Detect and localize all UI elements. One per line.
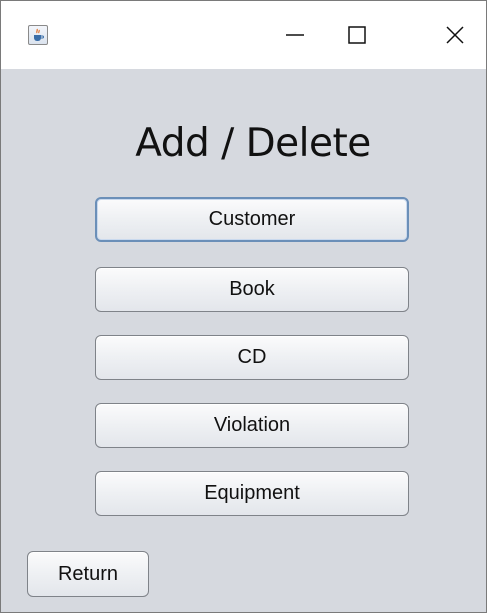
customer-button[interactable]: Customer [95, 197, 409, 242]
java-coffee-cup-icon[interactable] [28, 25, 48, 45]
cd-button[interactable]: CD [95, 335, 409, 380]
maximize-button[interactable] [326, 1, 388, 69]
close-button[interactable] [424, 1, 486, 69]
return-button[interactable]: Return [27, 551, 149, 597]
minimize-icon [286, 34, 304, 36]
maximize-icon [348, 26, 366, 44]
page-title: Add / Delete [135, 121, 371, 166]
close-icon [446, 26, 464, 44]
book-button[interactable]: Book [95, 267, 409, 312]
content-panel: Add / Delete Customer Book CD Violation … [1, 69, 486, 612]
violation-button[interactable]: Violation [95, 403, 409, 448]
equipment-button[interactable]: Equipment [95, 471, 409, 516]
minimize-button[interactable] [264, 1, 326, 69]
app-window: Add / Delete Customer Book CD Violation … [0, 0, 487, 613]
title-bar[interactable] [1, 1, 486, 69]
